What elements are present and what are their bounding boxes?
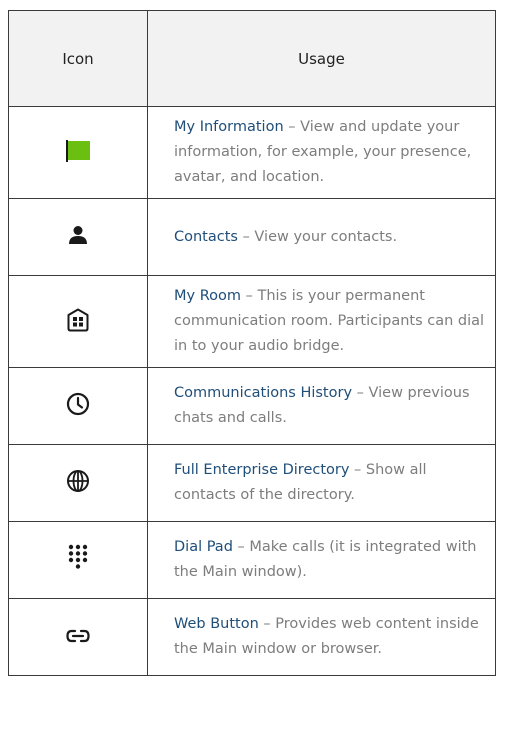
usage-title: Contacts [174,228,238,245]
clock-icon [66,392,90,416]
icon-usage-table: Icon Usage My Information – View and upd… [8,10,496,676]
icon-cell [8,444,148,522]
usage-title: Full Enterprise Directory [174,462,350,478]
globe-icon [66,469,90,493]
usage-cell: Full Enterprise Directory – Show all con… [147,444,496,522]
person-icon [67,225,89,245]
usage-cell: My Information – View and update your in… [147,106,496,199]
usage-title: Communications History [174,385,353,401]
usage-cell: Contacts – View your contacts. [147,198,496,276]
icon-cell [8,106,148,199]
icon-cell [8,598,148,676]
table-row: My Room – This is your permanent communi… [8,275,496,368]
table-row: Full Enterprise Directory – Show all con… [8,444,496,522]
header-usage: Usage [147,10,496,107]
icon-cell [8,275,148,368]
usage-cell: Communications History – View previous c… [147,367,496,445]
usage-title: My Information [174,119,284,135]
icon-cell [8,521,148,599]
table-row: Web Button – Provides web content inside… [8,598,496,676]
table-row: Dial Pad – Make calls (it is integrated … [8,521,496,599]
dialpad-icon [68,544,88,572]
icon-cell [8,198,148,276]
header-icon: Icon [8,10,148,107]
room-icon [67,308,89,332]
table-row: My Information – View and update your in… [8,106,496,199]
link-icon [66,629,90,643]
usage-cell: Dial Pad – Make calls (it is integrated … [147,521,496,599]
usage-cell: Web Button – Provides web content inside… [147,598,496,676]
usage-cell: My Room – This is your permanent communi… [147,275,496,368]
header-row: Icon Usage [8,10,496,107]
usage-title: Dial Pad [174,539,233,555]
usage-title: My Room [174,288,241,304]
usage-title: Web Button [174,616,259,632]
usage-text: – View your contacts. [237,228,398,245]
table-row: Contacts – View your contacts. [8,198,496,276]
icon-cell [8,367,148,445]
flag-icon [65,139,91,163]
table-row: Communications History – View previous c… [8,367,496,445]
